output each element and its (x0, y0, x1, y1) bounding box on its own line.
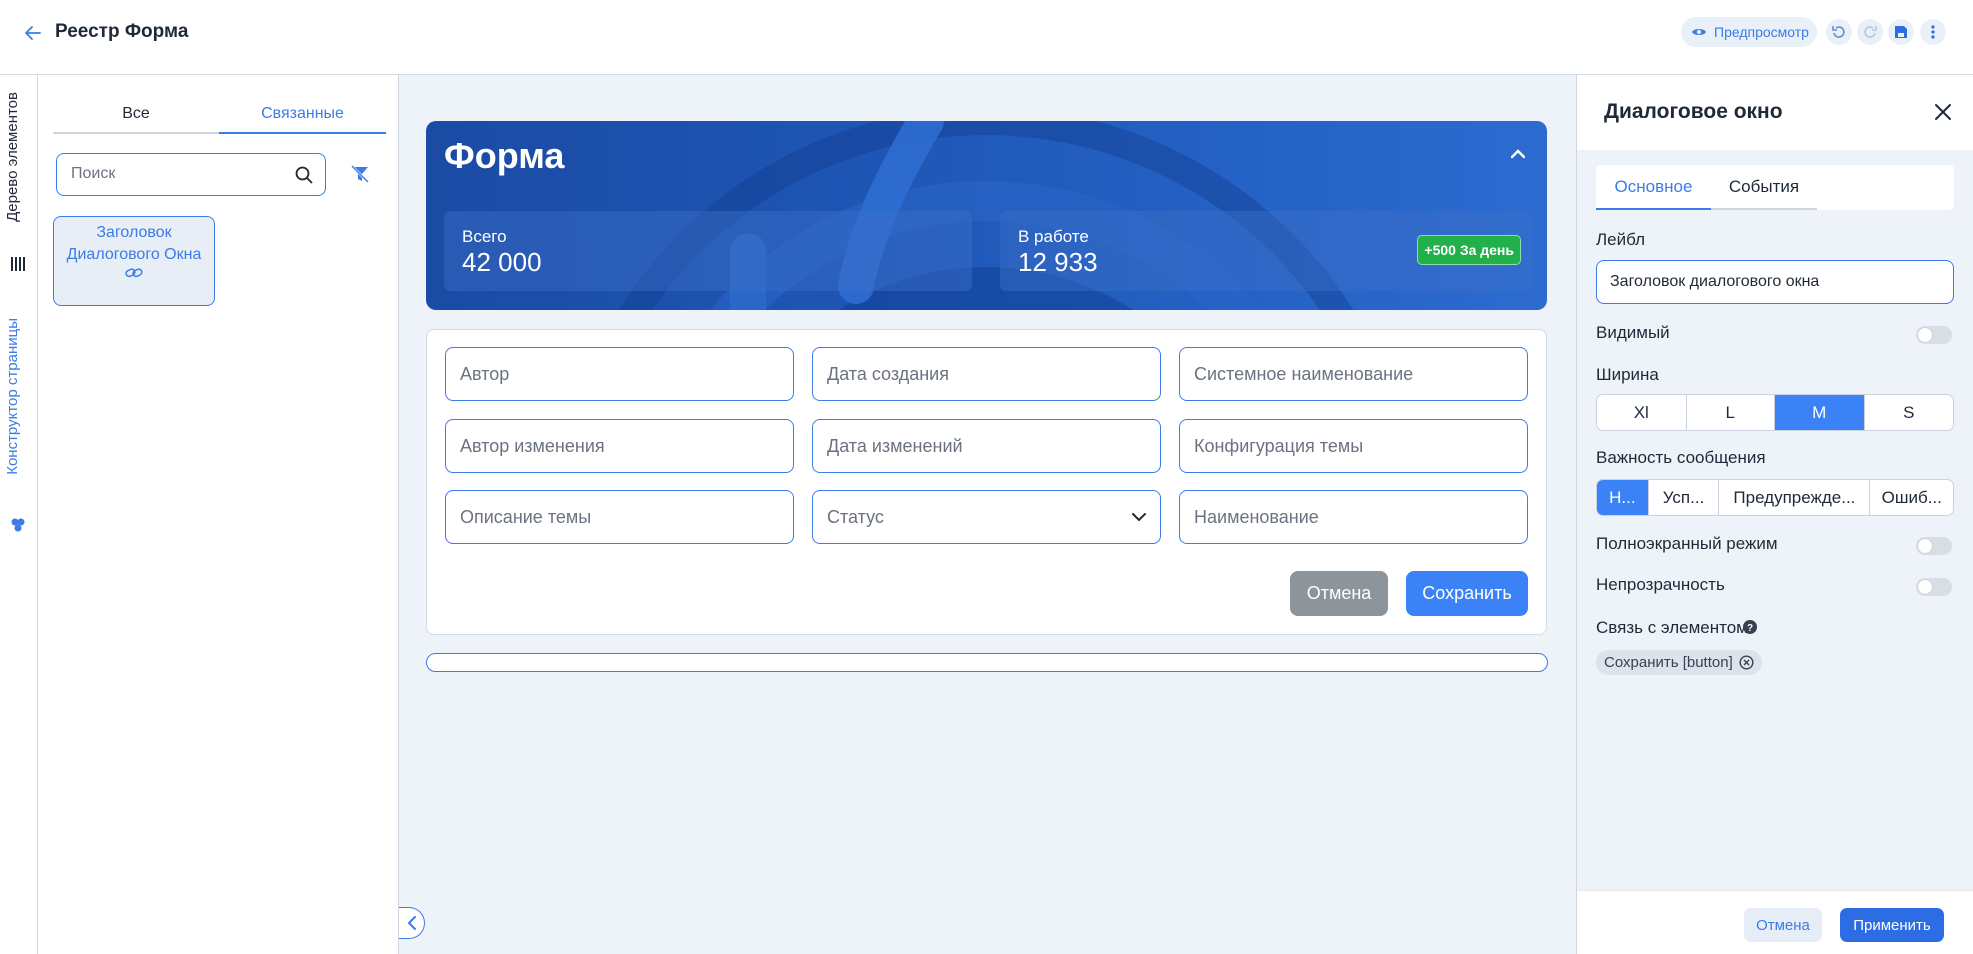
opacity-label: Непрозрачность (1596, 575, 1725, 594)
label-title: Лейбл (1596, 230, 1645, 249)
properties-footer: Отмена Применить (1577, 890, 1973, 954)
field-modified-by[interactable]: Автор изменения (445, 419, 794, 473)
search-field[interactable] (56, 153, 326, 196)
form-banner: Форма Всего 42 000 В работе 12 933 +500 … (426, 121, 1547, 310)
properties-panel: Диалоговое окно Основное События Лейбл З… (1576, 75, 1973, 954)
field-theme-description[interactable]: Описание темы (445, 490, 794, 544)
visible-label: Видимый (1596, 323, 1670, 342)
chevron-up-icon[interactable] (1511, 149, 1525, 159)
field-author[interactable]: Автор (445, 347, 794, 401)
importance-option-error[interactable]: Ошиб... (1870, 480, 1953, 515)
chevron-down-icon (1132, 512, 1146, 522)
width-option-xl[interactable]: Xl (1597, 395, 1687, 430)
tab-element-tree[interactable]: Дерево элементов (4, 92, 21, 222)
linked-element-label: Сохранить [button] (1604, 654, 1733, 671)
width-option-m[interactable]: M (1775, 395, 1865, 430)
stat-total-value: 42 000 (462, 247, 542, 277)
stat-total: Всего 42 000 (444, 211, 972, 291)
field-status-label: Статус (827, 506, 884, 527)
collapse-panel-button[interactable] (399, 907, 425, 939)
form-save-button[interactable]: Сохранить (1406, 571, 1528, 616)
properties-tabs: Основное События (1596, 165, 1954, 210)
tree-item-label: Заголовок Диалогового Окна (66, 224, 202, 263)
field-system-name[interactable]: Системное наименование (1179, 347, 1528, 401)
form-cancel-button[interactable]: Отмена (1290, 571, 1388, 616)
banner-title: Форма (444, 135, 565, 176)
field-status-select[interactable]: Статус (812, 490, 1161, 544)
stat-in-progress-label: В работе (1018, 227, 1089, 246)
stat-in-progress-value: 12 933 (1018, 247, 1098, 277)
importance-option-warning[interactable]: Предупрежде... (1719, 480, 1871, 515)
properties-title: Диалоговое окно (1604, 100, 1783, 123)
daily-increase-badge: +500 За день (1417, 235, 1521, 265)
width-selector: Xl L M S (1596, 394, 1954, 431)
close-icon[interactable] (1932, 101, 1954, 123)
importance-label: Важность сообщения (1596, 448, 1766, 467)
save-icon[interactable] (1888, 19, 1914, 45)
importance-option-neutral[interactable]: Н... (1597, 480, 1649, 515)
linked-element-chip: Сохранить [button] (1596, 650, 1762, 675)
page-canvas: Форма Всего 42 000 В работе 12 933 +500 … (399, 75, 1576, 954)
eye-icon (1691, 24, 1707, 40)
tab-main[interactable]: Основное (1596, 165, 1711, 210)
empty-container[interactable] (426, 653, 1548, 672)
help-icon[interactable]: ? (1743, 620, 1757, 634)
redo-icon[interactable] (1857, 19, 1883, 45)
stat-total-label: Всего (462, 227, 507, 246)
undo-icon[interactable] (1826, 19, 1852, 45)
side-tab-strip: Дерево элементов Конструктор страницы (0, 75, 38, 954)
form-card: Автор Дата создания Системное наименован… (426, 329, 1547, 635)
label-input[interactable]: Заголовок диалогового окна (1596, 260, 1954, 304)
fullscreen-toggle[interactable] (1916, 537, 1952, 555)
importance-option-success[interactable]: Усп... (1649, 480, 1720, 515)
page-title: Реестр Форма (55, 21, 189, 42)
fullscreen-label: Полноэкранный режим (1596, 534, 1778, 553)
tree-icon (10, 256, 26, 272)
properties-apply-button[interactable]: Применить (1840, 908, 1944, 942)
tab-events[interactable]: События (1711, 165, 1817, 210)
filter-off-icon[interactable] (350, 164, 370, 184)
field-modified-date[interactable]: Дата изменений (812, 419, 1161, 473)
opacity-toggle[interactable] (1916, 578, 1952, 596)
properties-cancel-button[interactable]: Отмена (1744, 908, 1822, 942)
top-bar: Реестр Форма Предпросмотр (0, 0, 1973, 75)
more-vertical-icon[interactable] (1920, 19, 1946, 45)
width-option-l[interactable]: L (1687, 395, 1775, 430)
tab-all[interactable]: Все (53, 95, 219, 134)
field-theme-config[interactable]: Конфигурация темы (1179, 419, 1528, 473)
link-icon (54, 266, 214, 280)
width-option-s[interactable]: S (1865, 395, 1954, 430)
stat-in-progress: В работе 12 933 +500 За день (1000, 211, 1533, 291)
search-input[interactable] (71, 165, 281, 183)
search-icon[interactable] (295, 166, 313, 184)
tab-page-constructor[interactable]: Конструктор страницы (4, 318, 21, 475)
back-arrow-icon[interactable] (22, 22, 44, 44)
left-panel: Все Связанные Заголовок Диалогового Окна (38, 75, 399, 954)
preview-label: Предпросмотр (1714, 24, 1809, 40)
link-label: Связь с элементом (1596, 618, 1748, 637)
tab-linked[interactable]: Связанные (219, 95, 386, 134)
field-name[interactable]: Наименование (1179, 490, 1528, 544)
width-label: Ширина (1596, 365, 1659, 384)
components-icon (10, 517, 26, 533)
remove-circle-icon[interactable] (1739, 655, 1754, 670)
visible-toggle[interactable] (1916, 326, 1952, 344)
preview-button[interactable]: Предпросмотр (1681, 17, 1817, 47)
chevron-left-icon (407, 916, 417, 930)
properties-header: Диалоговое окно (1577, 75, 1973, 150)
field-created-date[interactable]: Дата создания (812, 347, 1161, 401)
tree-item-dialog-title[interactable]: Заголовок Диалогового Окна (53, 216, 215, 306)
svg-text:?: ? (1747, 623, 1753, 634)
importance-selector: Н... Усп... Предупрежде... Ошиб... (1596, 479, 1954, 516)
